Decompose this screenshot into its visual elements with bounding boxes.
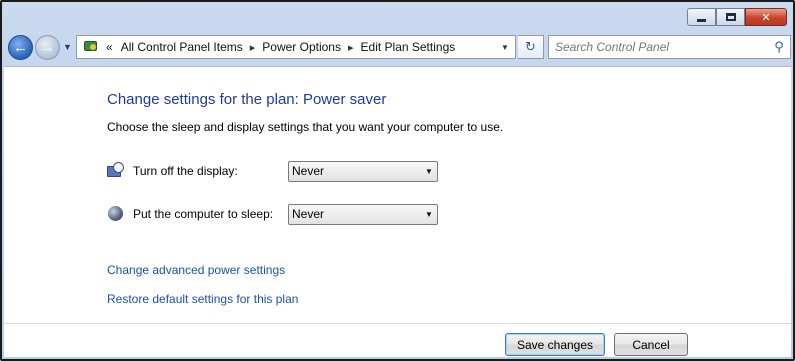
close-button[interactable]: ✕ (745, 8, 787, 26)
save-changes-button[interactable]: Save changes (505, 333, 605, 356)
control-panel-window: ✕ ← → ▼ « All Control Panel Items ▸ Powe… (0, 0, 795, 361)
search-icon[interactable]: ⚲ (768, 39, 790, 55)
breadcrumb-edit-plan[interactable]: Edit Plan Settings (361, 40, 456, 54)
minimize-icon (697, 18, 706, 22)
page-title: Change settings for the plan: Power save… (107, 91, 387, 108)
sleep-moon-icon (107, 205, 125, 223)
caption-buttons: ✕ (687, 8, 787, 26)
maximize-icon (725, 13, 736, 21)
close-icon: ✕ (761, 11, 771, 24)
sleep-timeout-select[interactable]: Never ▼ (288, 203, 438, 225)
sleep-timeout-value: Never (292, 207, 325, 221)
navigation-bar: ← → ▼ « All Control Panel Items ▸ Power … (6, 34, 791, 62)
chevron-down-icon: ▼ (425, 166, 433, 176)
display-setting-label: Turn off the display: (133, 164, 238, 178)
restore-defaults-link[interactable]: Restore default settings for this plan (107, 292, 298, 306)
sleep-setting-row: Put the computer to sleep: Never ▼ (107, 203, 438, 225)
breadcrumb-separator-icon[interactable]: ▸ (250, 41, 256, 54)
breadcrumb-separator-icon[interactable]: ▸ (348, 41, 354, 54)
address-bar[interactable]: « All Control Panel Items ▸ Power Option… (76, 35, 516, 59)
minimize-button[interactable] (687, 8, 716, 26)
refresh-icon: ↻ (525, 39, 536, 54)
display-timeout-value: Never (292, 164, 325, 178)
sleep-setting-label: Put the computer to sleep: (133, 207, 274, 221)
display-setting-row: Turn off the display: Never ▼ (107, 160, 438, 182)
breadcrumb-power-options[interactable]: Power Options (262, 40, 341, 54)
forward-button[interactable]: → (35, 35, 60, 60)
main-content: Change settings for the plan: Power save… (4, 66, 791, 357)
advanced-settings-link[interactable]: Change advanced power settings (107, 263, 285, 277)
search-box: ⚲ (548, 35, 791, 59)
back-arrow-icon: ← (13, 39, 28, 56)
breadcrumb-all-items[interactable]: All Control Panel Items (121, 40, 243, 54)
maximize-button[interactable] (716, 8, 745, 26)
forward-arrow-icon: → (40, 39, 55, 56)
back-button[interactable]: ← (8, 35, 33, 60)
page-description: Choose the sleep and display settings th… (107, 120, 504, 134)
cancel-button[interactable]: Cancel (614, 333, 688, 356)
address-dropdown-icon[interactable]: ▼ (495, 36, 515, 58)
control-panel-icon (82, 39, 100, 55)
chevron-down-icon: ▼ (425, 209, 433, 219)
footer-divider (4, 323, 791, 324)
search-input[interactable] (549, 36, 768, 58)
recent-pages-dropdown[interactable]: ▼ (63, 42, 72, 52)
refresh-button[interactable]: ↻ (518, 35, 544, 59)
display-timeout-select[interactable]: Never ▼ (288, 160, 438, 182)
display-timer-icon (107, 162, 125, 180)
breadcrumb-overflow[interactable]: « (106, 40, 113, 54)
